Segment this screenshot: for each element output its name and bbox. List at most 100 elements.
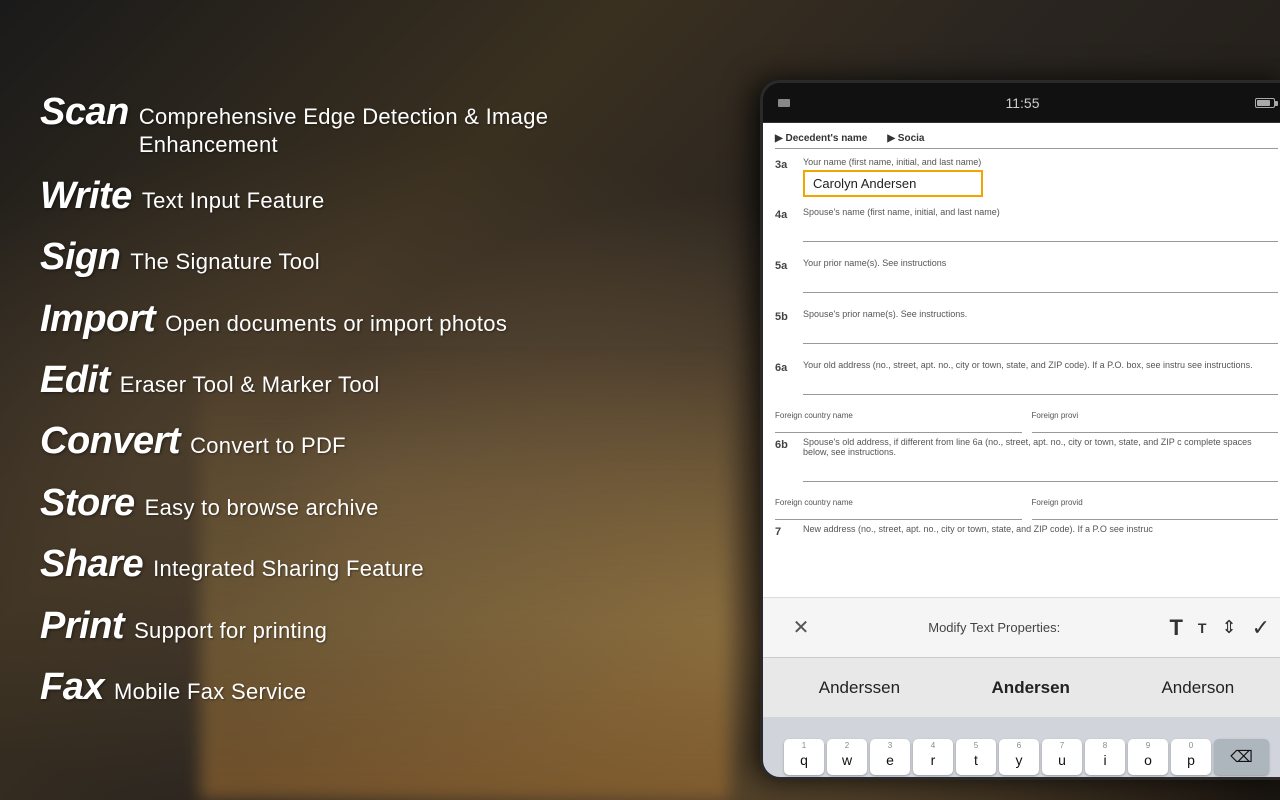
foreign-province-label: Foreign provi	[1032, 411, 1279, 420]
autocomplete-bar: Anderssen Andersen Anderson	[763, 657, 1280, 717]
key-r[interactable]: 4r	[913, 739, 953, 775]
feature-item-print: Print Support for printing	[40, 598, 690, 655]
row-input-5a[interactable]	[803, 271, 1278, 293]
key-f[interactable]: f	[964, 779, 1004, 780]
section-header-social: ▶ Socia	[887, 133, 924, 144]
key-delete[interactable]: ⌫	[1214, 739, 1269, 775]
feature-item-store: StoreEasy to browse archive	[40, 475, 690, 532]
key-e[interactable]: 3e	[870, 739, 910, 775]
line-spacing-button[interactable]: ⇕	[1221, 617, 1236, 638]
document-section-header: ▶ Decedent's name ▶ Socia	[775, 133, 1278, 149]
key-a[interactable]: a	[835, 779, 875, 780]
text-large-button[interactable]: T	[1169, 615, 1182, 641]
doc-row-5a: 5a Your prior name(s). See instructions	[775, 258, 1278, 299]
text-properties-toolbar: ✕ Modify Text Properties: T T ⇕ ✓	[763, 597, 1280, 657]
row-content-5b: Spouse's prior name(s). See instructions…	[803, 309, 1278, 350]
row-label-5a: Your prior name(s). See instructions	[803, 258, 1278, 268]
feature-description-import: Open documents or import photos	[165, 310, 507, 339]
close-button[interactable]: ✕	[783, 610, 819, 646]
key-u[interactable]: 7u	[1042, 739, 1082, 775]
key-k[interactable]: k	[1136, 779, 1176, 780]
row-num-3a: 3a	[775, 157, 795, 171]
feature-description-share: Integrated Sharing Feature	[153, 555, 424, 584]
keyboard-row-2: a s d f g h j k l	[769, 779, 1280, 780]
virtual-keyboard: 1q 2w 3e 4r 5t 6y 7u 8i 9o 0p ⌫ a s d f …	[763, 717, 1280, 780]
key-q[interactable]: 1q	[784, 739, 824, 775]
feature-description-scan: Comprehensive Edge Detection & Image Enh…	[139, 103, 690, 160]
row-label-7: New address (no., street, apt. no., city…	[803, 524, 1278, 534]
tablet-status-icons	[778, 99, 790, 107]
row-content-4a: Spouse's name (first name, initial, and …	[803, 207, 1278, 248]
feature-keyword-write: Write	[40, 172, 132, 221]
key-o[interactable]: 9o	[1128, 739, 1168, 775]
key-j[interactable]: j	[1093, 779, 1133, 780]
row-num-6b: 6b	[775, 437, 795, 451]
section-header-name: ▶ Decedent's name	[775, 133, 867, 144]
row-input-5b[interactable]	[803, 322, 1278, 344]
feature-keyword-print: Print	[40, 602, 124, 651]
features-panel: ScanComprehensive Edge Detection & Image…	[0, 0, 730, 800]
row-input-4a[interactable]	[803, 220, 1278, 242]
row-num-5b: 5b	[775, 309, 795, 323]
doc-row-6b: 6b Spouse's old address, if different fr…	[775, 437, 1278, 488]
signal-icon	[778, 99, 790, 107]
doc-row-4a: 4a Spouse's name (first name, initial, a…	[775, 207, 1278, 248]
foreign-country-label-2: Foreign country name	[775, 498, 1022, 507]
feature-item-sign: SignThe Signature Tool	[40, 229, 690, 286]
feature-item-fax: Fax Mobile Fax Service	[40, 659, 690, 716]
key-t[interactable]: 5t	[956, 739, 996, 775]
key-h[interactable]: h	[1050, 779, 1090, 780]
key-p[interactable]: 0p	[1171, 739, 1211, 775]
doc-row-6a: 6a Your old address (no., street, apt. n…	[775, 360, 1278, 401]
feature-keyword-import: Import	[40, 295, 155, 344]
feature-item-edit: Edit Eraser Tool & Marker Tool	[40, 352, 690, 409]
key-w[interactable]: 2w	[827, 739, 867, 775]
row-content-5a: Your prior name(s). See instructions	[803, 258, 1278, 299]
tablet-device: 11:55 ▶ Decedent's name ▶ Socia 3a Your …	[760, 80, 1280, 780]
key-l[interactable]: l	[1179, 779, 1219, 780]
row-label-6b: Spouse's old address, if different from …	[803, 437, 1278, 457]
row-content-6b: Spouse's old address, if different from …	[803, 437, 1278, 488]
key-g[interactable]: g	[1007, 779, 1047, 780]
foreign-country-box: Foreign country name	[775, 411, 1022, 433]
row-input-6a[interactable]	[803, 373, 1278, 395]
autocomplete-andersen[interactable]: Andersen	[972, 670, 1090, 706]
toolbar-right-controls: T T ⇕ ✓	[1169, 615, 1270, 641]
feature-description-convert: Convert to PDF	[190, 432, 346, 461]
row-num-6a: 6a	[775, 360, 795, 374]
feature-keyword-edit: Edit	[40, 356, 110, 405]
feature-keyword-sign: Sign	[40, 233, 120, 282]
row-num-5a: 5a	[775, 258, 795, 272]
feature-item-import: Import Open documents or import photos	[40, 291, 690, 348]
key-d[interactable]: d	[921, 779, 961, 780]
doc-row-3a: 3a Your name (first name, initial, and l…	[775, 157, 1278, 197]
key-s[interactable]: s	[878, 779, 918, 780]
text-small-button[interactable]: T	[1198, 620, 1207, 636]
foreign-country-box-2: Foreign country name	[775, 498, 1022, 520]
row-label-4a: Spouse's name (first name, initial, and …	[803, 207, 1278, 217]
feature-item-convert: ConvertConvert to PDF	[40, 413, 690, 470]
feature-description-edit: Eraser Tool & Marker Tool	[120, 371, 380, 400]
name-input-field[interactable]: Carolyn Andersen	[803, 170, 983, 197]
tablet-clock: 11:55	[1006, 95, 1040, 111]
key-y[interactable]: 6y	[999, 739, 1039, 775]
feature-description-fax: Mobile Fax Service	[114, 678, 306, 707]
foreign-province-box-2: Foreign provid	[1032, 498, 1279, 520]
feature-description-write: Text Input Feature	[142, 187, 325, 216]
feature-keyword-fax: Fax	[40, 663, 104, 712]
feature-item-share: Share Integrated Sharing Feature	[40, 536, 690, 593]
key-i[interactable]: 8i	[1085, 739, 1125, 775]
feature-keyword-scan: Scan	[40, 88, 129, 137]
row-input-6b[interactable]	[803, 460, 1278, 482]
foreign-country-row: Foreign country name Foreign provi	[775, 411, 1278, 433]
keyboard-row-1: 1q 2w 3e 4r 5t 6y 7u 8i 9o 0p ⌫	[769, 739, 1280, 775]
autocomplete-anderson[interactable]: Anderson	[1141, 670, 1254, 706]
feature-description-print: Support for printing	[134, 617, 327, 646]
feature-keyword-store: Store	[40, 479, 135, 528]
modify-text-label: Modify Text Properties:	[928, 620, 1060, 635]
feature-keyword-share: Share	[40, 540, 143, 589]
foreign-province-label-2: Foreign provid	[1032, 498, 1279, 507]
confirm-button[interactable]: ✓	[1252, 615, 1270, 641]
autocomplete-anderssen[interactable]: Anderssen	[799, 670, 920, 706]
tablet-panel: 11:55 ▶ Decedent's name ▶ Socia 3a Your …	[710, 0, 1280, 800]
